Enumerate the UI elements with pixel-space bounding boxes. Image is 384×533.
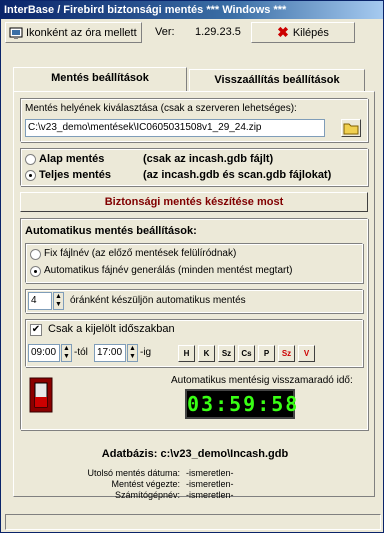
last-date-value: -ismeretlen- [186, 468, 234, 478]
create-backup-button[interactable]: Biztonsági mentés készítése most [20, 192, 368, 212]
window-checkbox[interactable]: ✔ [30, 324, 42, 336]
done-by-label: Mentést végezte: [111, 479, 180, 489]
interval-group: 4 ▲ ▼ óránként készüljön automatikus ment… [25, 289, 363, 313]
exit-button-label: Kilépés [292, 26, 329, 39]
window-checkbox-label: Csak a kijelölt időszakban [48, 323, 175, 335]
tab-backup-settings[interactable]: Mentés beállítások [13, 67, 187, 91]
version-label: Ver: [155, 26, 175, 38]
fixed-filename-radio[interactable] [30, 249, 41, 260]
day-buttons: H K Sz Cs P Sz V [178, 345, 358, 362]
app-window: InterBase / Firebird biztonsági mentés *… [0, 0, 384, 533]
last-date-label: Utolsó mentés dátuma: [87, 468, 180, 478]
from-time-input[interactable]: 09:00 [28, 344, 60, 362]
mode-full-label: Teljes mentés [39, 169, 111, 181]
mode-full-radio[interactable] [25, 170, 36, 181]
day-button-thu[interactable]: Cs [238, 345, 255, 362]
mode-basic-label: Alap mentés [39, 153, 105, 165]
fixed-filename-label: Fix fájlnév (az előző mentések felülíród… [44, 248, 237, 259]
done-by-value: -ismeretlen- [186, 479, 234, 489]
tray-icon [9, 26, 23, 40]
schedule-group: ✔ Csak a kijelölt időszakban 09:00 ▲ ▼ -t… [25, 319, 363, 367]
computer-label: Számítógépnév: [114, 490, 180, 500]
location-label: Mentés helyének kiválasztása (csak a sze… [25, 103, 297, 114]
from-time-spinner[interactable]: ▲ ▼ [61, 344, 72, 362]
close-icon: ✖ [277, 24, 289, 40]
mode-basic-desc: (csak az incash.gdb fájlt) [143, 153, 274, 165]
day-button-sun[interactable]: V [298, 345, 315, 362]
day-button-tue[interactable]: K [198, 345, 215, 362]
info-block: Utolsó mentés dátuma: -ismeretlen- Menté… [14, 468, 376, 510]
hours-input[interactable]: 4 [28, 292, 52, 310]
auto-filename-radio[interactable] [30, 266, 41, 277]
power-switch-icon[interactable] [29, 377, 53, 413]
tray-button[interactable]: Ikonként az óra mellett [5, 22, 142, 43]
exit-button[interactable]: ✖ Kilépés [251, 22, 355, 43]
location-field[interactable]: C:\v23_demo\mentések\IC0605031508v1_29_2… [25, 119, 325, 137]
to-time-suffix: -ig [140, 347, 152, 358]
version-value: 1.29.23.5 [195, 26, 241, 38]
status-bar [5, 514, 381, 530]
tab-bar: Mentés beállítások Visszaállítás beállít… [13, 67, 375, 91]
tab-restore-settings[interactable]: Visszaállítás beállítások [189, 69, 365, 91]
tray-button-label: Ikonként az óra mellett [26, 26, 137, 39]
hours-spinner[interactable]: ▲ ▼ [53, 292, 64, 310]
toolbar: Ikonként az óra mellett Ver: 1.29.23.5 ✖… [5, 22, 381, 44]
settings-panel: Mentés helyének kiválasztása (csak a sze… [13, 91, 375, 500]
folder-icon [342, 123, 360, 139]
countdown-label: Automatikus mentésig visszamaradó idő: [171, 375, 353, 386]
folder-button[interactable] [341, 119, 361, 137]
to-time-spinner[interactable]: ▲ ▼ [127, 344, 138, 362]
mode-basic-radio[interactable] [25, 154, 36, 165]
window-title: InterBase / Firebird biztonsági mentés *… [1, 1, 383, 19]
mode-full-desc: (az incash.gdb és scan.gdb fájlokat) [143, 169, 332, 181]
day-button-fri[interactable]: P [258, 345, 275, 362]
location-group: Mentés helyének kiválasztása (csak a sze… [20, 98, 368, 142]
from-time-suffix: -tól [74, 347, 88, 358]
auto-filename-label: Automatikus fájnév generálás (minden men… [44, 265, 293, 276]
hours-label: óránként készüljön automatikus mentés [70, 295, 246, 306]
tab-label: Mentés beállítások [51, 72, 149, 84]
tab-label: Visszaállítás beállítások [214, 74, 340, 86]
day-button-sat[interactable]: Sz [278, 345, 295, 362]
computer-value: -ismeretlen- [186, 490, 234, 500]
database-label: Adatbázis: c:\v23_demo\Incash.gdb [101, 448, 289, 460]
filename-group: Fix fájlnév (az előző mentések felülíród… [25, 243, 363, 283]
day-button-mon[interactable]: H [178, 345, 195, 362]
day-button-wed[interactable]: Sz [218, 345, 235, 362]
countdown-display: 03:59:58 [185, 389, 297, 419]
mode-group: Alap mentés (csak az incash.gdb fájlt) T… [20, 148, 368, 186]
to-time-input[interactable]: 17:00 [94, 344, 126, 362]
auto-group: Automatikus mentés beállítások: Fix fájl… [20, 218, 368, 430]
auto-title: Automatikus mentés beállítások: [25, 225, 197, 237]
